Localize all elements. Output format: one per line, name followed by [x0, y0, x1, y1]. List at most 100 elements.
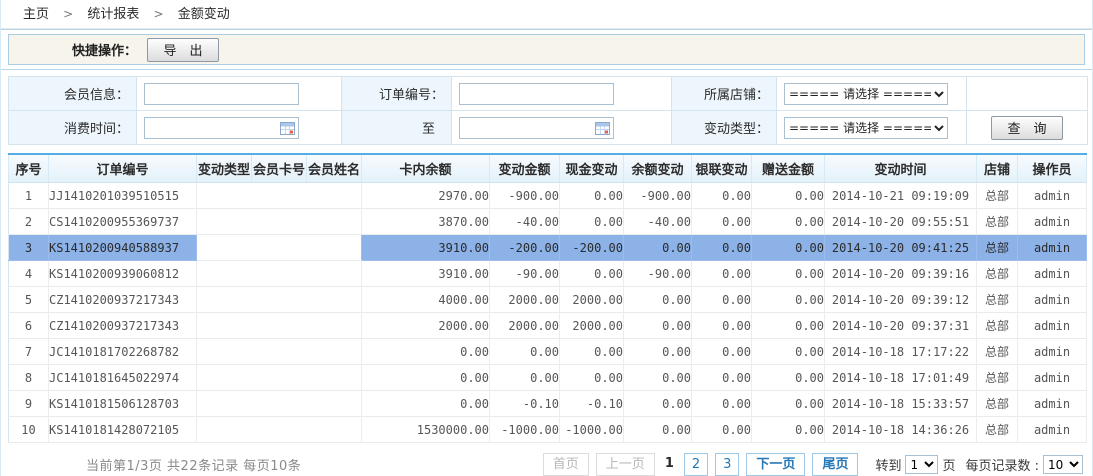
table-row[interactable]: 6CZ14102009372173432000.002000.002000.00…: [9, 313, 1087, 339]
page-numbers: 123: [662, 453, 740, 476]
pagination-summary: 当前第1/3页 共22条记录 每页10条: [8, 455, 301, 474]
cell: [307, 235, 362, 261]
cell: [252, 313, 307, 339]
cell: 2014-10-20 09:39:16: [825, 261, 977, 287]
page-size-label: 每页记录数 :: [965, 455, 1039, 474]
cell: 2000.00: [490, 313, 560, 339]
member-info-input[interactable]: [144, 83, 299, 105]
cell: [252, 235, 307, 261]
cell: 0.00: [692, 287, 752, 313]
cell: 0.00: [624, 339, 692, 365]
cell: [252, 209, 307, 235]
shop-select[interactable]: ===== 请选择 =====: [784, 83, 948, 105]
cell: 1530000.00: [362, 417, 490, 443]
page-number-2[interactable]: 2: [684, 453, 708, 476]
goto-controls: 转到 1 页 每页记录数 : 10: [875, 455, 1083, 474]
cell: JC1410181702268782: [49, 339, 197, 365]
cell: 0.00: [490, 339, 560, 365]
cell: 总部: [977, 365, 1018, 391]
cell: [307, 261, 362, 287]
cell: 1: [9, 183, 49, 209]
cell: 3910.00: [362, 261, 490, 287]
cell: 0.00: [752, 313, 825, 339]
table-row[interactable]: 4KS14102009390608123910.00-90.000.00-90.…: [9, 261, 1087, 287]
cell: 0.00: [692, 417, 752, 443]
cell: 2000.00: [560, 313, 624, 339]
cell: admin: [1018, 183, 1087, 209]
time-label: 消费时间：: [9, 111, 137, 145]
breadcrumb-reports[interactable]: 统计报表: [87, 7, 139, 22]
page-number-3[interactable]: 3: [715, 453, 739, 476]
change-type-select[interactable]: ===== 请选择 =====: [784, 117, 948, 139]
calendar-icon[interactable]: [280, 121, 295, 135]
time-end-input[interactable]: [459, 117, 614, 139]
cell: 10: [9, 417, 49, 443]
column-header-13: 操作员: [1018, 154, 1087, 183]
cell: admin: [1018, 365, 1087, 391]
time-start-input[interactable]: [144, 117, 299, 139]
cell: CZ1410200937217343: [49, 287, 197, 313]
column-header-11: 变动时间: [825, 154, 977, 183]
table-row[interactable]: 8JC14101816450229740.000.000.000.000.000…: [9, 365, 1087, 391]
cell: 2014-10-20 09:55:51: [825, 209, 977, 235]
export-button[interactable]: 导 出: [147, 38, 219, 62]
cell: 0.00: [692, 209, 752, 235]
cell: 0.00: [692, 391, 752, 417]
column-header-0: 序号: [9, 154, 49, 183]
table-row[interactable]: 2CS14102009553697373870.00-40.000.00-40.…: [9, 209, 1087, 235]
breadcrumb: 主页 > 统计报表 > 金额变动: [1, 0, 1092, 29]
cell: 0.00: [692, 183, 752, 209]
quick-actions-bar: 快捷操作： 导 出: [8, 34, 1085, 65]
column-header-12: 店铺: [977, 154, 1018, 183]
cell: 0.00: [560, 209, 624, 235]
prev-page-button: 上一页: [596, 453, 655, 476]
table-row[interactable]: 1JJ14102010395105152970.00-900.000.00-90…: [9, 183, 1087, 209]
goto-page-select[interactable]: 1: [905, 455, 938, 474]
cell: [252, 287, 307, 313]
cell: [197, 209, 252, 235]
table-row[interactable]: 7JC14101817022687820.000.000.000.000.000…: [9, 339, 1087, 365]
cell: [197, 183, 252, 209]
cell: 0.00: [362, 391, 490, 417]
next-page-button[interactable]: 下一页: [746, 453, 805, 476]
cell: 7: [9, 339, 49, 365]
cell: -0.10: [560, 391, 624, 417]
breadcrumb-separator: >: [154, 7, 164, 21]
change-type-label: 变动类型：: [672, 111, 777, 145]
cell: [307, 287, 362, 313]
table-row[interactable]: 3KS14102009405889373910.00-200.00-200.00…: [9, 235, 1087, 261]
last-page-button[interactable]: 尾页: [812, 453, 858, 476]
page: 主页 > 统计报表 > 金额变动 快捷操作： 导 出 会员信息： 订单编号： 所…: [0, 0, 1093, 476]
cell: 0.00: [490, 365, 560, 391]
page-size-select[interactable]: 10: [1043, 455, 1083, 474]
cell: 0.00: [752, 391, 825, 417]
cell: -90.00: [624, 261, 692, 287]
breadcrumb-home[interactable]: 主页: [23, 7, 49, 22]
filter-empty-cell: [967, 77, 1088, 111]
breadcrumb-separator: >: [63, 7, 73, 21]
cell: -40.00: [490, 209, 560, 235]
cell: admin: [1018, 339, 1087, 365]
table-row[interactable]: 9KS14101815061287030.00-0.10-0.100.000.0…: [9, 391, 1087, 417]
cell: 2014-10-20 09:39:12: [825, 287, 977, 313]
calendar-icon[interactable]: [595, 121, 610, 135]
cell: [197, 313, 252, 339]
table-row[interactable]: 10KS14101814280721051530000.00-1000.00-1…: [9, 417, 1087, 443]
cell: -900.00: [624, 183, 692, 209]
table-body: 1JJ14102010395105152970.00-900.000.00-90…: [9, 183, 1087, 443]
cell: 2014-10-18 14:36:26: [825, 417, 977, 443]
cell: 总部: [977, 391, 1018, 417]
cell: 0.00: [752, 365, 825, 391]
quick-actions-label: 快捷操作：: [9, 40, 137, 59]
cell: -1000.00: [560, 417, 624, 443]
order-no-input[interactable]: [459, 83, 614, 105]
goto-label: 转到: [875, 455, 901, 474]
cell: 0.00: [752, 235, 825, 261]
cell: CZ1410200937217343: [49, 313, 197, 339]
cell: [197, 287, 252, 313]
table-row[interactable]: 5CZ14102009372173434000.002000.002000.00…: [9, 287, 1087, 313]
column-header-8: 余额变动: [624, 154, 692, 183]
cell: 5: [9, 287, 49, 313]
cell: 0.00: [692, 313, 752, 339]
search-button[interactable]: 查 询: [991, 116, 1063, 140]
